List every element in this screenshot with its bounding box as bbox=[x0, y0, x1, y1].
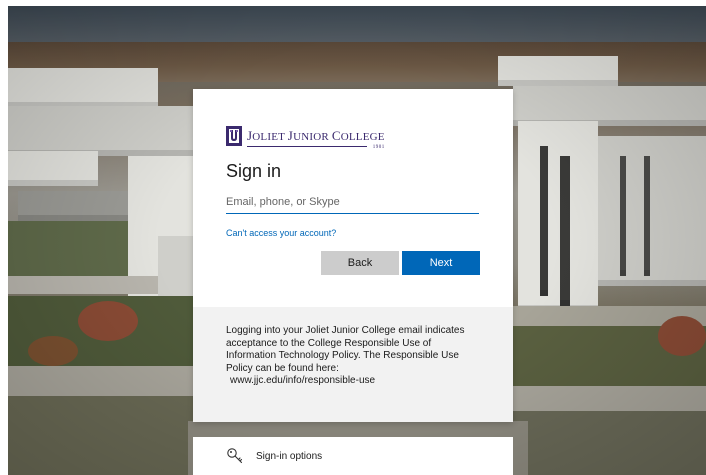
college-logo: JOLIET JUNIOR COLLEGE 1901 bbox=[226, 125, 385, 150]
policy-notice: Logging into your Joliet Junior College … bbox=[226, 325, 476, 388]
college-founded-year: 1901 bbox=[372, 145, 385, 150]
policy-notice-panel: Logging into your Joliet Junior College … bbox=[193, 307, 513, 422]
signin-options-button[interactable]: Sign-in options bbox=[193, 437, 513, 475]
key-icon bbox=[226, 447, 244, 465]
college-name: JOLIET JUNIOR COLLEGE 1901 bbox=[247, 128, 385, 150]
page-title: Sign in bbox=[226, 161, 282, 181]
signin-card: JOLIET JUNIOR COLLEGE 1901 Sign in Can't… bbox=[193, 89, 513, 422]
college-crest-icon bbox=[226, 126, 242, 146]
email-input[interactable] bbox=[226, 191, 479, 214]
next-button[interactable]: Next bbox=[402, 251, 480, 275]
back-button[interactable]: Back bbox=[321, 251, 399, 275]
cant-access-account-link[interactable]: Can't access your account? bbox=[226, 228, 336, 238]
policy-url: www.jjc.edu/info/responsible-use bbox=[230, 375, 376, 386]
policy-notice-text: Logging into your Joliet Junior College … bbox=[226, 325, 465, 374]
signin-options-label: Sign-in options bbox=[256, 450, 323, 462]
signin-form: JOLIET JUNIOR COLLEGE 1901 Sign in Can't… bbox=[193, 89, 513, 307]
login-page: JOLIET JUNIOR COLLEGE 1901 Sign in Can't… bbox=[0, 0, 706, 475]
